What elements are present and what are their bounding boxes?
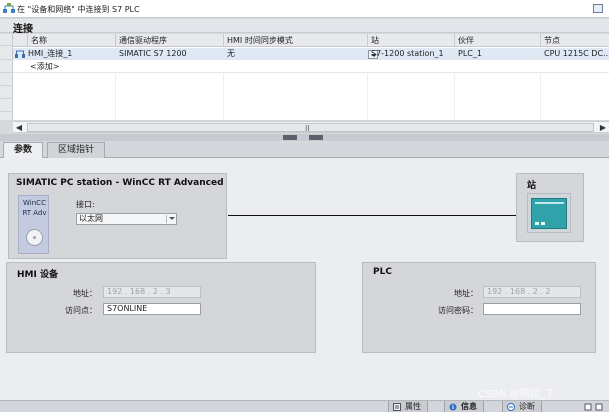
pc-station-panel: SIMATIC PC station - WinCC RT Advanced W… [8,173,227,259]
column-header-time-sync[interactable]: HMI 时间同步模式 [223,34,367,47]
scrollbar-thumb[interactable]: II [27,123,594,133]
watermark: CSDN @阿拉_丁 [478,389,555,400]
table-row[interactable]: HMI_连接_1 SIMATIC S7 1200 无 S7-1200 stati… [13,48,609,60]
row-selector-5[interactable] [0,100,13,112]
add-connection-cell[interactable]: <添加> [27,61,115,73]
row-selector-3[interactable] [0,74,13,86]
plc-address-label: 地址： [454,289,478,298]
row-selector-header [0,34,13,46]
cell-station[interactable]: S7-1200 station_1 [367,48,454,60]
cell-connection-name[interactable]: HMI_连接_1 [25,48,115,60]
window-controls-icon[interactable] [584,403,606,411]
info-label: 信息 [461,402,477,411]
diagnostics-label: 诊断 [519,402,535,411]
plc-panel: PLC 地址： 192 . 168 . 2 . 2 访问密码： [362,262,596,353]
plc-address-field: 192 . 168 . 2 . 2 [483,286,581,298]
plc-led [541,222,545,225]
connections-section-header: 连接 [0,19,609,35]
properties-button[interactable]: 属性 [388,401,428,412]
plc-body [531,198,567,229]
hmi-address-label: 地址： [73,289,97,298]
editor-title: 在 "设备和网络" 中连接到 S7 PLC [17,5,140,14]
row-selector-4[interactable] [0,87,13,99]
table-header: 名称 通信驱动程序 HMI 时间同步模式 站 伙伴 节点 [0,34,609,47]
properties-tab-strip: 参数 区域指针 [0,141,609,158]
grid-line [223,74,224,120]
hmi-access-point-label: 访问点： [65,306,97,315]
plc-access-password-label: 访问密码： [438,306,478,315]
scroll-right-arrow-icon[interactable]: ▶ [598,123,608,132]
editor-options-icon[interactable] [593,4,603,13]
properties-icon [393,403,401,411]
column-header-station[interactable]: 站 [367,34,454,47]
plc-access-password-field[interactable] [483,303,581,315]
grid-line [367,74,368,120]
interface-select[interactable]: 以太网 [76,213,177,225]
hmi-device-panel: HMI 设备 地址： 192 . 168 . 2 . 3 访问点： S7ONLI… [6,262,316,353]
connections-table: 名称 通信驱动程序 HMI 时间同步模式 站 伙伴 节点 HMI_连接_1 SI… [0,34,609,120]
info-button[interactable]: 信息 [444,401,484,412]
chevron-down-icon[interactable] [166,215,175,223]
hmi-access-point-field[interactable]: S7ONLINE [103,303,201,315]
device-label-line2: RT Adv [22,209,47,217]
cell-partner[interactable]: PLC_1 [454,48,540,60]
pc-station-title: SIMATIC PC station - WinCC RT Advanced [16,178,224,188]
network-connection-icon [3,3,15,13]
hmi-device-title: HMI 设备 [17,270,58,280]
info-icon [449,403,457,411]
station-title: 站 [527,181,537,191]
connections-section-title: 连接 [13,24,33,35]
column-header-driver[interactable]: 通信驱动程序 [115,34,223,47]
column-header-node[interactable]: 节点 [540,34,609,47]
row-selector-column [0,34,13,120]
diagnostics-button[interactable]: 诊断 [502,401,542,412]
hmi-connection-icon [15,50,25,58]
scrollbar-grip: II [305,124,310,133]
interface-selected-value: 以太网 [79,214,103,223]
properties-label: 属性 [405,402,421,411]
plc-title: PLC [373,267,392,277]
grid-line [115,74,116,120]
cell-driver[interactable]: SIMATIC S7 1200 [115,48,223,60]
device-label-line1: WinCC [23,199,46,207]
ethernet-link-line [228,215,516,216]
row-selector-1[interactable] [0,48,13,60]
station-panel: 站 [516,173,584,242]
scroll-left-arrow-icon[interactable]: ◀ [14,123,24,132]
diagnostics-icon [507,403,515,411]
grid-line [454,74,455,120]
splitter-collapse-up-icon[interactable] [283,135,297,140]
inspector-status-bar: 属性 信息 诊断 [0,400,609,412]
table-horizontal-scrollbar[interactable]: ◀ II ▶ [13,121,609,133]
plc-led [535,222,539,225]
disc-icon [26,229,43,246]
column-header-partner[interactable]: 伙伴 [454,34,540,47]
editor-title-bar: 在 "设备和网络" 中连接到 S7 PLC [0,0,609,18]
table-row-add[interactable]: <添加> [13,61,609,73]
tab-parameters[interactable]: 参数 [3,142,44,158]
plc-device-icon [527,193,571,233]
cell-node[interactable]: CPU 1215C DC... [540,48,609,60]
hmi-address-field: 192 . 168 . 2 . 3 [103,286,201,298]
plc-label-strip [535,202,564,204]
splitter-collapse-down-icon[interactable] [309,135,323,140]
tab-area-pointer[interactable]: 区域指针 [47,142,106,158]
connection-parameters-panel: SIMATIC PC station - WinCC RT Advanced W… [0,158,609,400]
column-header-name[interactable]: 名称 [27,34,115,47]
interface-label: 接口: [76,200,95,209]
cell-time-sync[interactable]: 无 [223,48,367,60]
row-selector-2[interactable] [0,61,13,73]
wincc-rt-device-icon: WinCC RT Adv [18,195,49,254]
grid-line [540,74,541,120]
panel-splitter[interactable] [0,134,609,141]
